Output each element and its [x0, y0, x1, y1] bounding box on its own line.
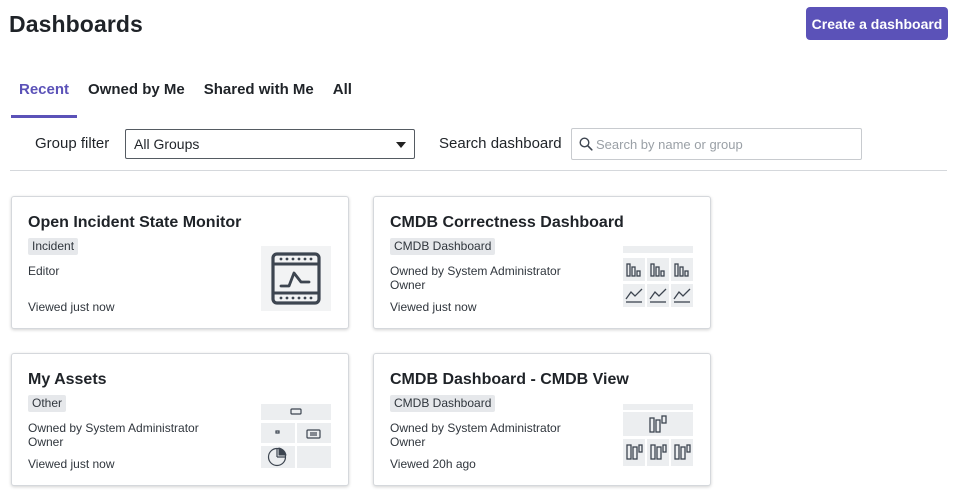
- card-tag: CMDB Dashboard: [390, 395, 496, 412]
- search-input[interactable]: [596, 130, 856, 158]
- line-chart-window-icon: [261, 246, 331, 311]
- card-tag: Incident: [28, 238, 79, 255]
- card-tag: CMDB Dashboard: [390, 238, 496, 255]
- card-role: Editor: [28, 264, 60, 278]
- tab-owned-by-me[interactable]: Owned by Me: [80, 80, 193, 118]
- card-role: Owner: [390, 435, 426, 449]
- card-title: CMDB Dashboard - CMDB View: [390, 371, 629, 388]
- caret-down-icon: [396, 142, 406, 148]
- card-owner: Owned by System Administrator: [28, 421, 199, 435]
- group-filter-value: All Groups: [134, 136, 200, 152]
- dashboard-tabs: Recent Owned by Me Shared with Me All: [11, 80, 363, 118]
- card-viewed: Viewed 20h ago: [390, 457, 476, 471]
- card-viewed: Viewed just now: [390, 300, 477, 314]
- card-role: Owner: [390, 278, 426, 292]
- card-owner: Owned by System Administrator: [390, 264, 561, 278]
- tab-all[interactable]: All: [325, 80, 360, 118]
- dashboard-card-cmdb-correctness[interactable]: CMDB Correctness Dashboard CMDB Dashboar…: [373, 196, 711, 329]
- tab-recent[interactable]: Recent: [11, 80, 78, 118]
- create-dashboard-button[interactable]: Create a dashboard: [806, 7, 948, 40]
- group-filter-label: Group filter: [35, 135, 110, 152]
- card-role: Owner: [28, 435, 64, 449]
- card-tag: Other: [28, 395, 67, 412]
- pie-and-list-icon: [261, 403, 331, 468]
- dashboard-card-open-incident-state-monitor[interactable]: Open Incident State Monitor Incident Edi…: [11, 196, 349, 329]
- card-title: Open Incident State Monitor: [28, 214, 242, 231]
- bar-grid-icon: [623, 403, 693, 468]
- search-icon: [579, 137, 593, 156]
- card-owner: Owned by System Administrator: [390, 421, 561, 435]
- group-filter-select[interactable]: All Groups: [125, 129, 415, 159]
- card-viewed: Viewed just now: [28, 457, 115, 471]
- divider: [10, 170, 947, 171]
- tab-shared-with-me[interactable]: Shared with Me: [196, 80, 322, 118]
- dashboard-card-cmdb-view[interactable]: CMDB Dashboard - CMDB View CMDB Dashboar…: [373, 353, 711, 486]
- search-box: [571, 128, 862, 160]
- card-title: My Assets: [28, 371, 107, 388]
- card-title: CMDB Correctness Dashboard: [390, 214, 624, 231]
- card-viewed: Viewed just now: [28, 300, 115, 314]
- search-dashboard-label: Search dashboard: [439, 135, 562, 152]
- dashboard-card-my-assets[interactable]: My Assets Other Owned by System Administ…: [11, 353, 349, 486]
- bar-and-line-grid-icon: [623, 246, 693, 311]
- page-title: Dashboards: [9, 11, 143, 37]
